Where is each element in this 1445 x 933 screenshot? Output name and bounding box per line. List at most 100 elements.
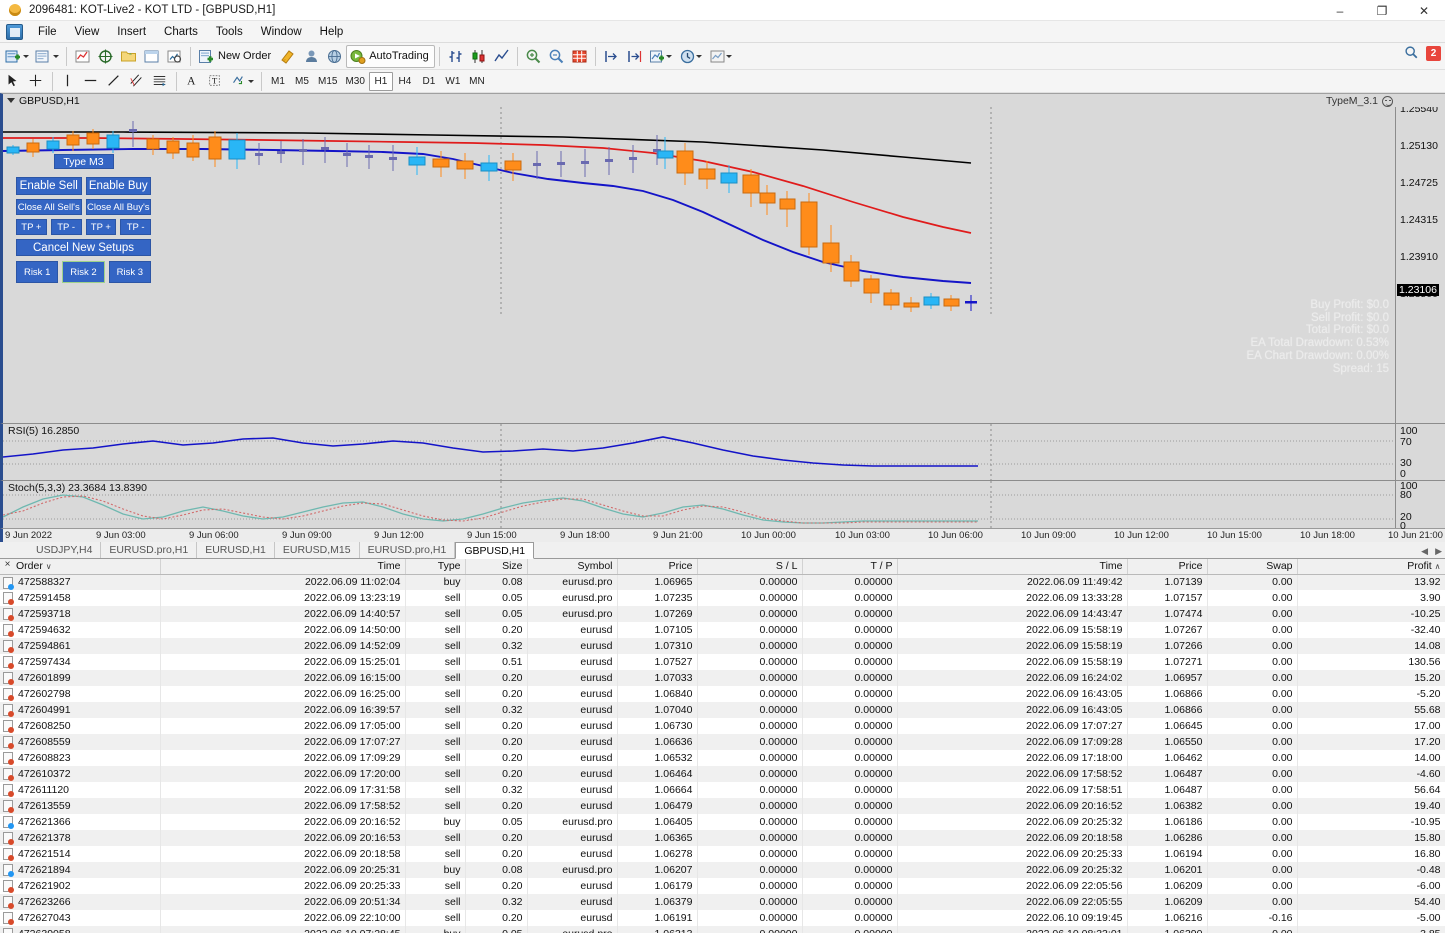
terminal-close-icon[interactable]: × xyxy=(2,560,13,571)
table-row[interactable]: 472621902 2022.06.09 20:25:33 sell 0.20 euru… xyxy=(0,878,1445,894)
profiles-caret-icon[interactable] xyxy=(52,48,59,65)
navigator-button[interactable] xyxy=(117,45,140,68)
table-row[interactable]: 472594632 2022.06.09 14:50:00 sell 0.20 euru… xyxy=(0,622,1445,638)
period-m5[interactable]: M5 xyxy=(290,72,314,91)
table-row[interactable]: 472602798 2022.06.09 16:25:00 sell 0.20 euru… xyxy=(0,686,1445,702)
minimize-button[interactable]: – xyxy=(1319,0,1361,21)
chart-tab-gbpusd-h1[interactable]: GBPUSD,H1 xyxy=(455,542,535,559)
chart-tab-eurusd-m15[interactable]: EURUSD,M15 xyxy=(275,542,360,558)
risk-2-button[interactable]: Risk 2 xyxy=(62,261,105,283)
menu-file[interactable]: File xyxy=(29,24,66,40)
cursor-tool-button[interactable] xyxy=(2,70,25,93)
table-row[interactable]: 472621894 2022.06.09 20:25:31 buy 0.08 eurus… xyxy=(0,862,1445,878)
price-scale[interactable]: 1.25540 1.25130 1.24725 1.24315 1.23910 … xyxy=(1395,94,1445,423)
table-row[interactable]: 472627043 2022.06.09 22:10:00 sell 0.20 euru… xyxy=(0,910,1445,926)
chart-canvas[interactable] xyxy=(3,107,1445,423)
chart-tab-usdjpy-h4[interactable]: USDJPY,H4 xyxy=(28,542,102,558)
col-tp[interactable]: T / P xyxy=(802,559,898,575)
enable-sell-button[interactable]: Enable Sell xyxy=(16,177,82,195)
equidistant-channel-button[interactable] xyxy=(126,70,149,93)
fibonacci-button[interactable] xyxy=(149,70,172,93)
col-order[interactable]: Order ∨ xyxy=(0,559,161,575)
table-row[interactable]: 472608559 2022.06.09 17:07:27 sell 0.20 euru… xyxy=(0,734,1445,750)
table-row[interactable]: 472608823 2022.06.09 17:09:29 sell 0.20 euru… xyxy=(0,750,1445,766)
period-w1[interactable]: W1 xyxy=(441,72,465,91)
table-row[interactable]: 472597434 2022.06.09 15:25:01 sell 0.51 euru… xyxy=(0,654,1445,670)
menu-charts[interactable]: Charts xyxy=(155,24,207,40)
market-watch-button[interactable] xyxy=(71,45,94,68)
table-row[interactable]: 472593718 2022.06.09 14:40:57 sell 0.05 euru… xyxy=(0,606,1445,622)
table-row[interactable]: 472604991 2022.06.09 16:39:57 sell 0.32 euru… xyxy=(0,702,1445,718)
candlestick-chart-button[interactable] xyxy=(467,45,490,68)
table-row[interactable]: 472591458 2022.06.09 13:23:19 sell 0.05 euru… xyxy=(0,590,1445,606)
new-chart-button[interactable] xyxy=(2,45,32,68)
bar-chart-button[interactable] xyxy=(444,45,467,68)
tp-minus-buy-button[interactable]: TP - xyxy=(120,219,151,235)
crosshair-tool-button[interactable] xyxy=(25,70,48,93)
period-m15[interactable]: M15 xyxy=(314,72,341,91)
text-label-button[interactable]: T xyxy=(204,70,227,93)
autotrading-button[interactable]: AutoTrading xyxy=(346,44,435,68)
auto-scroll-button[interactable] xyxy=(623,45,646,68)
terminal-button[interactable] xyxy=(140,45,163,68)
chart-tab-next-icon[interactable]: ▶ xyxy=(1435,546,1442,557)
chart-menu-caret-icon[interactable] xyxy=(7,98,15,103)
table-row[interactable]: 472613559 2022.06.09 17:58:52 sell 0.20 euru… xyxy=(0,798,1445,814)
period-m30[interactable]: M30 xyxy=(341,72,368,91)
new-chart-caret-icon[interactable] xyxy=(22,48,29,65)
cancel-new-setups-button[interactable]: Cancel New Setups xyxy=(16,239,151,256)
maximize-button[interactable]: ❐ xyxy=(1361,0,1403,21)
menu-insert[interactable]: Insert xyxy=(108,24,155,40)
timeframes-button[interactable] xyxy=(676,45,706,68)
close-button[interactable]: ✕ xyxy=(1403,0,1445,21)
zoom-out-button[interactable] xyxy=(545,45,568,68)
notifications-badge[interactable]: 2 xyxy=(1426,46,1441,61)
col-close-time[interactable]: Time xyxy=(897,559,1128,575)
arrows-caret-icon[interactable] xyxy=(247,73,254,90)
rsi-indicator-panel[interactable]: RSI(5) 16.2850 100 70 30 0 xyxy=(0,423,1445,481)
tp-minus-sell-button[interactable]: TP - xyxy=(50,219,82,235)
col-open-time[interactable]: Time xyxy=(160,559,406,575)
table-row[interactable]: 472594861 2022.06.09 14:52:09 sell 0.32 euru… xyxy=(0,638,1445,654)
close-all-buys-button[interactable]: Close All Buy's xyxy=(85,199,151,215)
indicators-caret-icon[interactable] xyxy=(666,48,673,65)
vertical-line-button[interactable] xyxy=(57,70,80,93)
horizontal-line-button[interactable] xyxy=(80,70,103,93)
table-row[interactable]: 472621514 2022.06.09 20:18:58 sell 0.20 euru… xyxy=(0,846,1445,862)
shift-end-button[interactable] xyxy=(600,45,623,68)
risk-1-button[interactable]: Risk 1 xyxy=(16,261,59,283)
globe-button[interactable] xyxy=(323,45,346,68)
new-order-button[interactable]: New Order xyxy=(195,45,277,68)
table-row[interactable]: 472621366 2022.06.09 20:16:52 buy 0.05 eurus… xyxy=(0,814,1445,830)
enable-buy-button[interactable]: Enable Buy xyxy=(85,177,151,195)
tp-plus-sell-button[interactable]: TP + xyxy=(16,219,47,235)
timeframes-caret-icon[interactable] xyxy=(696,48,703,65)
risk-3-button[interactable]: Risk 3 xyxy=(108,261,151,283)
search-icon[interactable] xyxy=(1404,45,1421,62)
expert-advisors-button[interactable] xyxy=(300,45,323,68)
col-profit[interactable]: Profit ∧ xyxy=(1297,559,1445,575)
period-d1[interactable]: D1 xyxy=(417,72,441,91)
indicators-button[interactable] xyxy=(646,45,676,68)
account-history-table[interactable]: Order ∨ Time Type Size Symbol Price S / … xyxy=(0,559,1445,933)
grid-button[interactable] xyxy=(568,45,591,68)
col-symbol[interactable]: Symbol xyxy=(527,559,618,575)
price-chart-panel[interactable]: GBPUSD,H1 TypeM_3.1 Buy Profit: $0.0 Sel… xyxy=(0,93,1445,423)
chart-tab-eurusd-h1[interactable]: EURUSD,H1 xyxy=(197,542,275,558)
table-row[interactable]: 4726390582022.06.10 07:28:45buy0.05eurus… xyxy=(0,926,1445,933)
table-row[interactable]: 472610372 2022.06.09 17:20:00 sell 0.20 euru… xyxy=(0,766,1445,782)
zoom-in-button[interactable] xyxy=(522,45,545,68)
strategy-tester-button[interactable] xyxy=(163,45,186,68)
table-row[interactable]: 472588327 2022.06.09 11:02:04 buy 0.08 eurus… xyxy=(0,574,1445,590)
text-button[interactable]: A xyxy=(181,70,204,93)
col-close-price[interactable]: Price xyxy=(1127,559,1208,575)
chart-tab-eurusdpro-h1-2[interactable]: EURUSD.pro,H1 xyxy=(360,542,456,558)
table-row[interactable]: 472621378 2022.06.09 20:16:53 sell 0.20 euru… xyxy=(0,830,1445,846)
templates-button[interactable] xyxy=(706,45,736,68)
col-type[interactable]: Type xyxy=(405,559,466,575)
close-all-sells-button[interactable]: Close All Sell's xyxy=(16,199,82,215)
chart-tab-prev-icon[interactable]: ◀ xyxy=(1421,546,1428,557)
ea-type-button[interactable]: Type M3 xyxy=(53,154,114,169)
chart-tab-eurusdpro-h1[interactable]: EURUSD.pro,H1 xyxy=(101,542,198,558)
templates-caret-icon[interactable] xyxy=(726,48,733,65)
